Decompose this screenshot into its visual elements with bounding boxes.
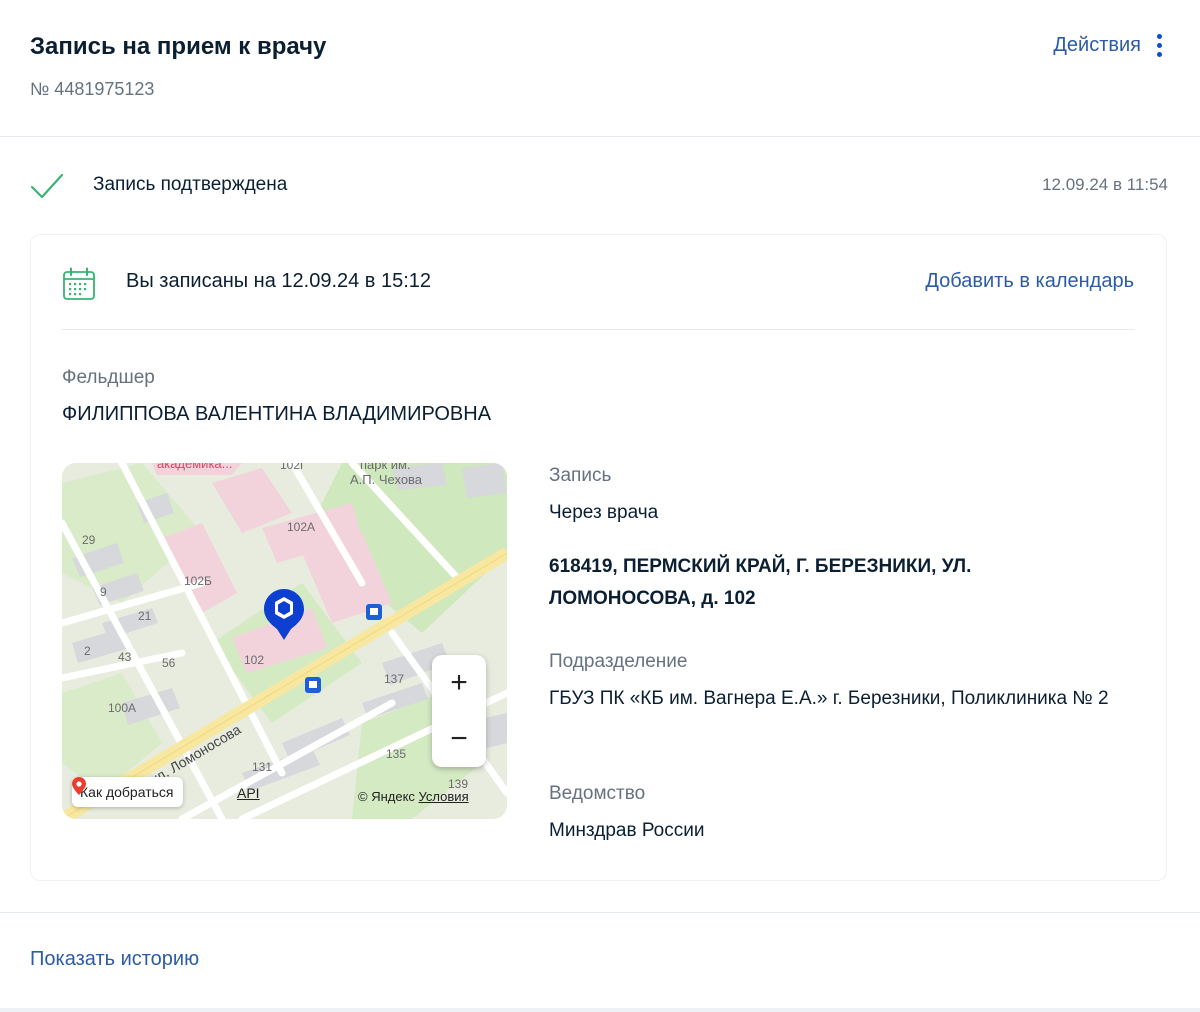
- map-label: академика...: [157, 463, 233, 471]
- map-label: 100А: [108, 701, 136, 715]
- map-label: парк им.: [360, 463, 411, 472]
- show-history-link[interactable]: Показать историю: [30, 948, 199, 971]
- divider: [0, 912, 1200, 913]
- record-value: Через врача: [549, 502, 659, 523]
- map-label: 135: [386, 747, 406, 761]
- zoom-in-button[interactable]: +: [432, 655, 486, 711]
- page-bottom-edge: [0, 1008, 1200, 1012]
- actions-menu-button[interactable]: Действия: [1053, 34, 1162, 57]
- actions-label: Действия: [1053, 34, 1141, 56]
- more-vertical-icon: [1157, 34, 1162, 57]
- status-row: Запись подтверждена 12.09.24 в 11:54: [30, 168, 1168, 204]
- clinic-address: 618419, ПЕРМСКИЙ КРАЙ, Г. БЕРЕЗНИКИ, УЛ.…: [549, 556, 972, 609]
- map-pin-icon: [72, 777, 86, 795]
- check-icon: [30, 173, 64, 199]
- calendar-icon: [63, 267, 95, 300]
- map-label: 43: [118, 650, 132, 664]
- route-button-label: Как добраться: [80, 784, 174, 800]
- status-text: Запись подтверждена: [93, 174, 288, 195]
- divider: [62, 329, 1135, 330]
- add-to-calendar-link[interactable]: Добавить в календарь: [925, 270, 1134, 293]
- department-label: Подразделение: [549, 651, 688, 672]
- request-number: № 4481975123: [30, 79, 155, 99]
- map-api-link[interactable]: API: [237, 785, 260, 801]
- zoom-out-button[interactable]: −: [432, 711, 486, 767]
- record-label: Запись: [549, 465, 612, 486]
- map-label: 102: [244, 653, 264, 667]
- map-label: 29: [82, 533, 96, 547]
- department-value: ГБУЗ ПК «КБ им. Вагнера Е.А.» г. Березни…: [549, 688, 1109, 709]
- status-time: 12.09.24 в 11:54: [1042, 175, 1168, 194]
- bus-stop-icon: [366, 604, 382, 620]
- agency-value: Минздрав России: [549, 820, 705, 841]
- map-terms-link[interactable]: Условия: [419, 789, 469, 804]
- map-label: 131: [252, 760, 272, 774]
- map-label: 102Б: [184, 574, 212, 588]
- page-title: Запись на прием к врачу: [30, 33, 327, 60]
- route-button[interactable]: Как добраться: [72, 777, 184, 807]
- appointment-datetime: Вы записаны на 12.09.24 в 15:12: [126, 270, 432, 292]
- map-label: 137: [384, 672, 404, 686]
- doctor-role: Фельдшер: [62, 367, 155, 388]
- bus-stop-icon: [305, 677, 321, 693]
- map-label: А.П. Чехова: [350, 472, 423, 487]
- copyright-text: © Яндекс: [358, 789, 415, 804]
- doctor-name: ФИЛИППОВА ВАЛЕНТИНА ВЛАДИМИРОВНА: [62, 403, 492, 425]
- map-label: 9: [100, 585, 107, 599]
- zoom-control: + −: [432, 655, 486, 767]
- page-header: Запись на прием к врачу № 4481975123 Дей…: [0, 0, 1200, 137]
- map-label: 102Г: [280, 463, 307, 472]
- map-copyright: © Яндекс Условия: [358, 789, 469, 804]
- location-map[interactable]: академика... 102Г парк им. А.П. Чехова 1…: [62, 463, 507, 819]
- agency-label: Ведомство: [549, 783, 646, 804]
- map-label: 21: [138, 609, 152, 623]
- appointment-card: Вы записаны на 12.09.24 в 15:12 Добавить…: [30, 234, 1167, 881]
- map-label: 2: [84, 644, 91, 658]
- map-label: 102А: [287, 520, 315, 534]
- map-label: 56: [162, 656, 176, 670]
